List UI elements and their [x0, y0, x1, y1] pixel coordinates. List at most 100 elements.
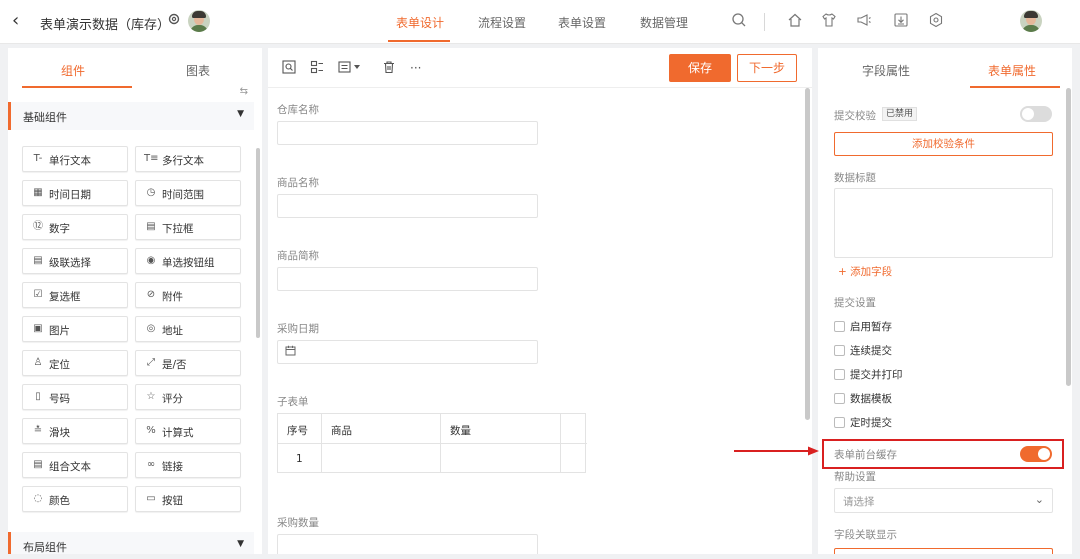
- component-phone-number[interactable]: ▯ 号码: [22, 384, 128, 410]
- component-image[interactable]: ▣ 图片: [22, 316, 128, 342]
- section-basic-components[interactable]: 基础组件 ▼: [8, 102, 254, 130]
- component-color[interactable]: ◌ 颜色: [22, 486, 128, 512]
- tab-data-management[interactable]: 数据管理: [640, 14, 688, 31]
- button-icon: ▭: [146, 493, 156, 504]
- download-icon[interactable]: [893, 12, 909, 28]
- scheduled-submit-checkbox[interactable]: [834, 417, 845, 428]
- component-rating[interactable]: ☆ 评分: [135, 384, 241, 410]
- combined-text-icon: ▤: [33, 459, 43, 470]
- section-label: 布局组件: [23, 541, 67, 554]
- product-short-name-input[interactable]: [277, 267, 538, 291]
- subform-table: 序号 商品 数量 1: [277, 413, 587, 473]
- component-attachment[interactable]: ⊘ 附件: [135, 282, 241, 308]
- search-icon[interactable]: [731, 12, 747, 28]
- color-icon: ◌: [33, 493, 43, 504]
- cascade-select-icon: ▤: [33, 255, 43, 266]
- single-line-text-icon: T-: [33, 153, 43, 164]
- time-range-icon: ◷: [146, 187, 156, 198]
- add-field-link[interactable]: + 添加字段: [838, 264, 892, 279]
- more-icon[interactable]: ···: [410, 60, 421, 76]
- section-layout-components[interactable]: 布局组件 ▼: [8, 532, 254, 554]
- next-step-button[interactable]: 下一步: [737, 54, 797, 82]
- save-button[interactable]: 保存: [669, 54, 731, 82]
- component-formula[interactable]: % 计算式: [135, 418, 241, 444]
- gear-icon[interactable]: [167, 12, 181, 26]
- tab-components[interactable]: 组件: [61, 62, 85, 79]
- component-label: 计算式: [162, 427, 194, 439]
- component-cascade-select[interactable]: ▤ 级联选择: [22, 248, 128, 274]
- component-time-range[interactable]: ◷ 时间范围: [135, 180, 241, 206]
- help-settings-select[interactable]: 请选择 ⌄: [834, 488, 1053, 513]
- purchase-date-input[interactable]: [277, 340, 538, 364]
- submit-print-checkbox[interactable]: [834, 369, 845, 380]
- tab-form-settings[interactable]: 表单设置: [558, 14, 606, 31]
- yes-no-icon: ⤢: [147, 357, 155, 368]
- component-multi-line-text[interactable]: T≡ 多行文本: [135, 146, 241, 172]
- collapse-icon[interactable]: ⇆: [240, 86, 248, 97]
- avatar[interactable]: [188, 10, 210, 32]
- continuous-submit-checkbox[interactable]: [834, 345, 845, 356]
- announce-icon[interactable]: [856, 12, 872, 28]
- active-tab-underline: [388, 40, 450, 42]
- attachment-icon: ⊘: [146, 289, 156, 300]
- caret-down-icon: ▼: [237, 539, 244, 549]
- shirt-icon[interactable]: [821, 12, 837, 28]
- linked-display-field[interactable]: [834, 548, 1053, 554]
- component-location[interactable]: ♙ 定位: [22, 350, 128, 376]
- back-chevron-left-icon[interactable]: ‹: [12, 10, 19, 32]
- component-button[interactable]: ▭ 按钮: [135, 486, 241, 512]
- component-datetime[interactable]: ▦ 时间日期: [22, 180, 128, 206]
- component-dropdown[interactable]: ▤ 下拉框: [135, 214, 241, 240]
- top-bar: ‹ 表单演示数据（库存） 表单设计 流程设置 表单设置 数据管理: [0, 0, 1080, 44]
- tab-form-properties[interactable]: 表单属性: [988, 62, 1036, 79]
- component-number[interactable]: ⑫ 数字: [22, 214, 128, 240]
- left-scrollbar[interactable]: [256, 148, 260, 338]
- phone-number-icon: ▯: [35, 391, 41, 402]
- user-avatar[interactable]: [1020, 10, 1042, 32]
- plugin-icon[interactable]: [928, 12, 944, 28]
- table-cell-quantity[interactable]: [441, 444, 561, 473]
- disabled-badge: 已禁用: [882, 107, 918, 121]
- section-label: 基础组件: [23, 111, 67, 124]
- product-name-input[interactable]: [277, 194, 538, 218]
- component-combined-text[interactable]: ▤ 组合文本: [22, 452, 128, 478]
- tab-form-design[interactable]: 表单设计: [396, 14, 444, 31]
- field-label-purchase-date: 采购日期: [277, 323, 319, 335]
- component-radio-group[interactable]: ◉ 单选按钮组: [135, 248, 241, 274]
- submit-validate-toggle[interactable]: [1020, 106, 1052, 122]
- table-cell-product[interactable]: [322, 444, 441, 473]
- canvas-scrollbar[interactable]: [805, 88, 810, 420]
- home-icon[interactable]: [787, 12, 803, 28]
- component-slider[interactable]: ≛ 滑块: [22, 418, 128, 444]
- data-title-textarea[interactable]: [834, 188, 1053, 258]
- component-checkbox[interactable]: ☑ 复选框: [22, 282, 128, 308]
- layout-icon[interactable]: [310, 60, 324, 78]
- tab-process-settings[interactable]: 流程设置: [478, 14, 526, 31]
- app-title: 表单演示数据（库存）: [40, 18, 171, 33]
- delete-icon[interactable]: [382, 60, 396, 78]
- data-template-checkbox[interactable]: [834, 393, 845, 404]
- component-address[interactable]: ◎ 地址: [135, 316, 241, 342]
- properties-scrollbar[interactable]: [1066, 88, 1071, 386]
- tab-field-properties[interactable]: 字段属性: [862, 62, 910, 79]
- warehouse-name-input[interactable]: [277, 121, 538, 145]
- component-yes-no[interactable]: ⤢ 是/否: [135, 350, 241, 376]
- enable-draft-checkbox[interactable]: [834, 321, 845, 332]
- add-validation-rule-button[interactable]: 添加校验条件: [834, 132, 1053, 156]
- purchase-quantity-input[interactable]: [277, 534, 538, 554]
- preview-icon[interactable]: [282, 60, 296, 78]
- multi-line-text-icon: T≡: [144, 153, 159, 164]
- checkbox-icon: ☑: [33, 289, 43, 300]
- component-panel: 组件 图表 ⇆ 基础组件 ▼ T- 单行文本 T≡ 多行文本 ▦ 时间日期 ◷ 时间范围 ⑫ 数字…: [8, 48, 262, 554]
- component-label: 是/否: [162, 359, 187, 371]
- help-settings-label: 帮助设置: [834, 471, 876, 483]
- component-link[interactable]: ∞ 链接: [135, 452, 241, 478]
- template-dropdown-icon[interactable]: [338, 60, 364, 78]
- left-tab-underline: [22, 86, 132, 88]
- tab-charts[interactable]: 图表: [186, 62, 210, 79]
- component-label: 时间范围: [162, 189, 204, 201]
- component-label: 复选框: [49, 291, 81, 303]
- chevron-down-icon: ⌄: [1034, 493, 1044, 506]
- component-label: 地址: [162, 325, 183, 337]
- component-single-line-text[interactable]: T- 单行文本: [22, 146, 128, 172]
